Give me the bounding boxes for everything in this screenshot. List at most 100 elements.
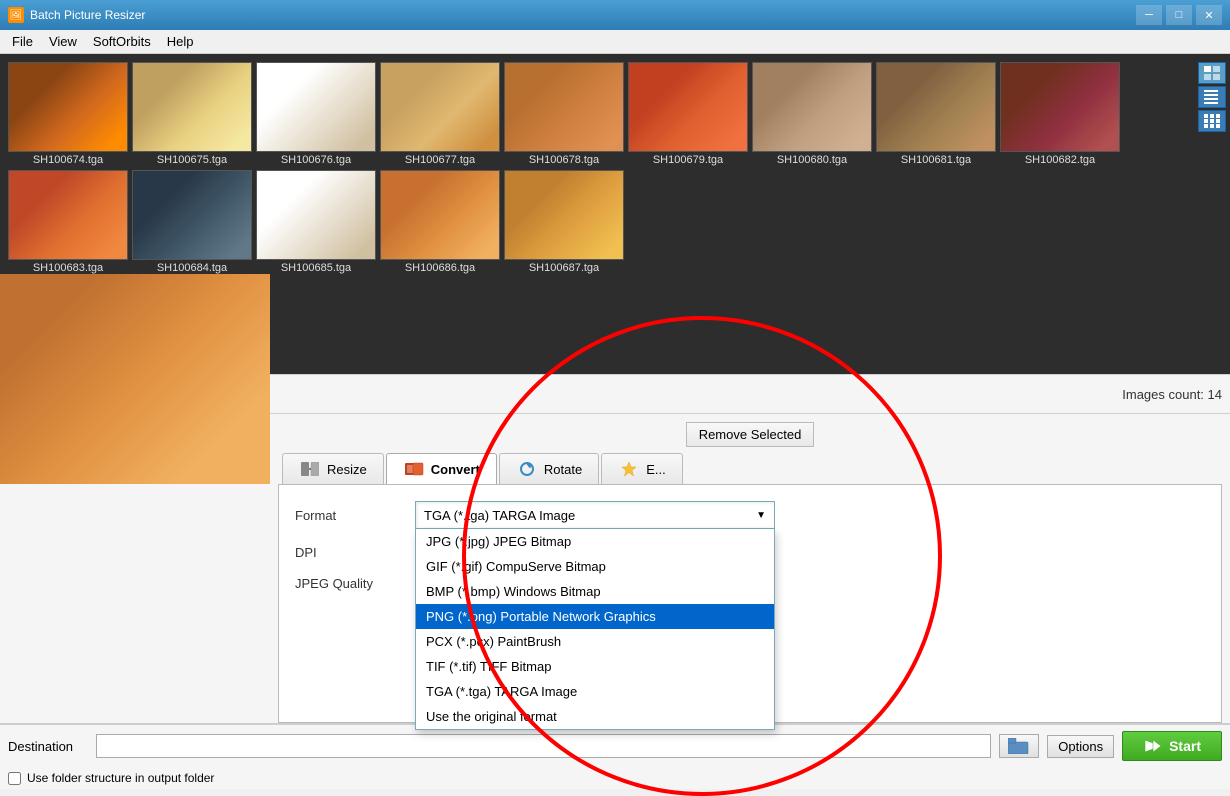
thumb-img <box>876 62 996 152</box>
tab-effects-label: E... <box>646 462 666 477</box>
thumb-img <box>628 62 748 152</box>
thumb-img <box>504 170 624 260</box>
menu-view[interactable]: View <box>41 32 85 51</box>
thumb-label: SH100674.tga <box>33 154 103 166</box>
options-button[interactable]: Options <box>1047 735 1114 758</box>
rotate-icon <box>516 460 538 478</box>
thumb-label: SH100687.tga <box>529 262 599 274</box>
start-label: Start <box>1169 738 1201 754</box>
checkbox-row: Use folder structure in output folder <box>0 767 1230 789</box>
thumb-label: SH100686.tga <box>405 262 475 274</box>
destination-input[interactable] <box>96 734 991 758</box>
thumb-img <box>8 170 128 260</box>
list-item[interactable]: SH100676.tga <box>256 62 376 166</box>
dropdown-item-tga[interactable]: TGA (*.tga) TARGA Image <box>416 679 774 704</box>
dropdown-item-original[interactable]: Use the original format <box>416 704 774 729</box>
format-dropdown: JPG (*.jpg) JPEG Bitmap GIF (*.gif) Comp… <box>415 529 775 730</box>
destination-row: Destination Options Start <box>0 724 1230 767</box>
thumb-label: SH100680.tga <box>777 154 847 166</box>
effects-icon <box>618 460 640 478</box>
dpi-label: DPI <box>295 545 415 560</box>
tabs-row: Resize Convert Rotate <box>274 449 1226 484</box>
bottom-panel: Add File(s)... Add Folder... Images coun… <box>0 374 1230 789</box>
dropdown-item-gif[interactable]: GIF (*.gif) CompuServe Bitmap <box>416 554 774 579</box>
destination-label: Destination <box>8 739 88 754</box>
format-select-display[interactable]: TGA (*.tga) TARGA Image ▼ <box>415 501 775 529</box>
tab-convert-label: Convert <box>431 462 480 477</box>
dropdown-item-pcx[interactable]: PCX (*.pcx) PaintBrush <box>416 629 774 654</box>
thumb-img <box>132 170 252 260</box>
tab-rotate-label: Rotate <box>544 462 582 477</box>
list-item[interactable]: SH100677.tga <box>380 62 500 166</box>
dropdown-item-png[interactable]: PNG (*.png) Portable Network Graphics <box>416 604 774 629</box>
format-select-wrapper: TGA (*.tga) TARGA Image ▼ JPG (*.jpg) JP… <box>415 501 775 529</box>
thumb-label: SH100684.tga <box>157 262 227 274</box>
list-item[interactable]: SH100685.tga <box>256 170 376 274</box>
thumb-img <box>380 170 500 260</box>
thumb-img <box>380 62 500 152</box>
destination-browse-button[interactable] <box>999 734 1039 758</box>
list-item[interactable]: SH100675.tga <box>132 62 252 166</box>
image-row-1: SH100674.tga SH100675.tga SH100676.tga S… <box>8 62 1222 166</box>
folder-structure-checkbox[interactable] <box>8 772 21 785</box>
thumb-img <box>1000 62 1120 152</box>
list-item[interactable]: SH100681.tga <box>876 62 996 166</box>
thumb-img <box>8 62 128 152</box>
title-bar-title: Batch Picture Resizer <box>30 8 1136 22</box>
list-item[interactable]: SH100683.tga <box>8 170 128 274</box>
content-area: Remove Selected Resize Convert <box>0 414 1230 723</box>
thumb-label: SH100678.tga <box>529 154 599 166</box>
thumb-label: SH100682.tga <box>1025 154 1095 166</box>
list-item[interactable]: SH100684.tga <box>132 170 252 274</box>
list-item[interactable]: SH100678.tga <box>504 62 624 166</box>
title-bar: 🖼 Batch Picture Resizer ─ □ ✕ <box>0 0 1230 30</box>
menu-softorbits[interactable]: SoftOrbits <box>85 32 159 51</box>
view-thumbnail-button[interactable] <box>1198 62 1226 84</box>
list-item[interactable]: SH100682.tga <box>1000 62 1120 166</box>
thumb-label: SH100681.tga <box>901 154 971 166</box>
dropdown-item-bmp[interactable]: BMP (*.bmp) Windows Bitmap <box>416 579 774 604</box>
thumb-label: SH100679.tga <box>653 154 723 166</box>
dropdown-item-tif[interactable]: TIF (*.tif) TIFF Bitmap <box>416 654 774 679</box>
images-count: Images count: 14 <box>1122 387 1222 402</box>
tab-resize[interactable]: Resize <box>282 453 384 484</box>
image-row-2: SH100683.tga SH100684.tga SH100685.tga S… <box>8 170 1222 274</box>
list-item[interactable]: SH100686.tga <box>380 170 500 274</box>
tab-rotate[interactable]: Rotate <box>499 453 599 484</box>
folder-structure-label: Use folder structure in output folder <box>27 771 214 785</box>
tab-convert[interactable]: Convert <box>386 453 497 484</box>
format-label: Format <box>295 508 415 523</box>
jpeg-quality-label: JPEG Quality <box>295 576 415 591</box>
list-item[interactable]: SH100680.tga <box>752 62 872 166</box>
view-grid-button[interactable] <box>1198 110 1226 132</box>
menu-help[interactable]: Help <box>159 32 202 51</box>
main-content: SH100674.tga SH100675.tga SH100676.tga S… <box>0 54 1230 789</box>
resize-icon <box>299 460 321 478</box>
list-item[interactable]: SH100687.tga <box>504 170 624 274</box>
tabs-area: Remove Selected Resize Convert <box>270 414 1230 723</box>
thumb-label: SH100676.tga <box>281 154 351 166</box>
remove-selected-button[interactable]: Remove Selected <box>686 422 815 447</box>
list-item[interactable]: SH100679.tga <box>628 62 748 166</box>
tab-effects[interactable]: E... <box>601 453 683 484</box>
preview-image <box>0 274 270 484</box>
remove-row: Remove Selected <box>274 418 1226 449</box>
view-list-button[interactable] <box>1198 86 1226 108</box>
maximize-button[interactable]: □ <box>1166 5 1192 25</box>
thumb-img <box>504 62 624 152</box>
start-button[interactable]: Start <box>1122 731 1222 761</box>
thumb-label: SH100675.tga <box>157 154 227 166</box>
bottom-controls: Destination Options Start Use folder str… <box>0 723 1230 789</box>
menu-bar: File View SoftOrbits Help <box>0 30 1230 54</box>
app-icon: 🖼 <box>8 7 24 23</box>
dropdown-item-jpg[interactable]: JPG (*.jpg) JPEG Bitmap <box>416 529 774 554</box>
convert-icon <box>403 460 425 478</box>
title-bar-controls: ─ □ ✕ <box>1136 5 1222 25</box>
minimize-button[interactable]: ─ <box>1136 5 1162 25</box>
start-icon <box>1143 738 1163 754</box>
menu-file[interactable]: File <box>4 32 41 51</box>
thumb-label: SH100685.tga <box>281 262 351 274</box>
close-button[interactable]: ✕ <box>1196 5 1222 25</box>
list-item[interactable]: SH100674.tga <box>8 62 128 166</box>
thumb-img <box>752 62 872 152</box>
